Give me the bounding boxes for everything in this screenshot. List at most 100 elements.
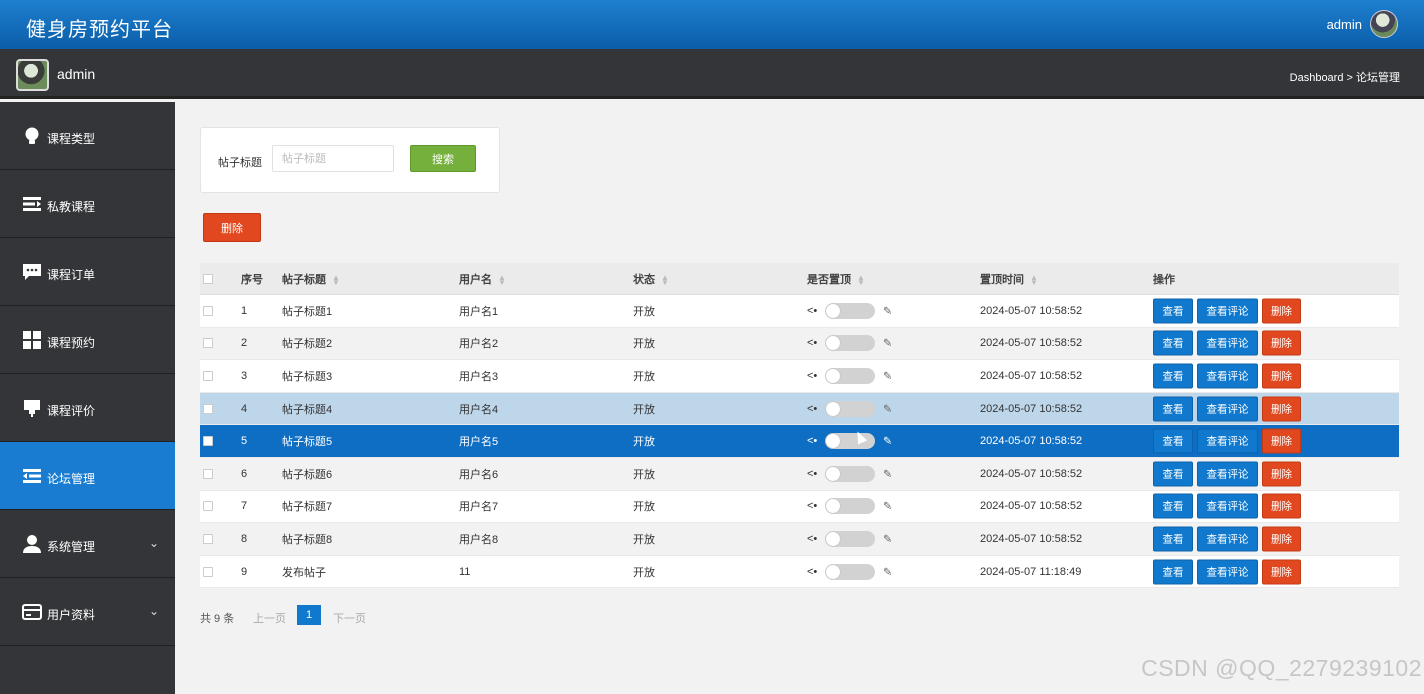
table-row[interactable]: 9 发布帖子 11 开放 <• ✎ 2024-05-07 11:18:49 查看 查看评论 删除	[200, 556, 1399, 589]
view-button[interactable]: 查看	[1153, 396, 1193, 422]
app-title: 健身房预约平台	[26, 19, 173, 41]
table-row[interactable]: 7 帖子标题7 用户名7 开放 <• ✎ 2024-05-07 10:58:52 查看 查看评论…	[200, 491, 1399, 524]
header-avatar[interactable]	[1370, 10, 1398, 38]
sidebar-item-0[interactable]: 课程类型	[0, 102, 175, 170]
pencil-icon[interactable]: ✎	[883, 402, 892, 415]
pencil-icon[interactable]: ✎	[883, 467, 892, 480]
delete-button[interactable]: 删除	[1262, 428, 1301, 454]
row-checkbox[interactable]	[203, 305, 213, 316]
view-button[interactable]: 查看	[1153, 330, 1193, 356]
sidebar-item-1[interactable]: 私教课程	[0, 170, 175, 238]
sort-icon[interactable]: ▲ ▼	[661, 273, 669, 286]
sort-icon[interactable]: ▲ ▼	[498, 273, 506, 286]
pencil-icon[interactable]: ✎	[883, 565, 892, 578]
sort-icon[interactable]: ▲ ▼	[1030, 273, 1038, 286]
delete-button[interactable]: 删除	[1262, 461, 1301, 487]
delete-button[interactable]: 删除	[1262, 298, 1301, 324]
row-checkbox[interactable]	[203, 501, 213, 512]
pin-toggle[interactable]	[825, 498, 875, 515]
delete-button[interactable]: 删除	[1262, 493, 1301, 519]
sidebar-item-6[interactable]: 系统管理 ⌄	[0, 510, 175, 578]
col-header-pin-time[interactable]: 置顶时间 ▲ ▼	[980, 271, 1038, 287]
row-checkbox[interactable]	[203, 533, 213, 544]
pencil-icon[interactable]: ✎	[883, 369, 892, 382]
sidebar-avatar	[16, 59, 49, 91]
table-row[interactable]: 6 帖子标题6 用户名6 开放 <• ✎ 2024-05-07 10:58:52 查看 查看评论…	[200, 457, 1399, 491]
sidebar-item-5[interactable]: 论坛管理	[0, 442, 175, 510]
pin-toggle[interactable]	[825, 400, 875, 417]
sort-icon[interactable]: ▲ ▼	[857, 273, 865, 286]
pin-toggle[interactable]	[825, 465, 875, 482]
sidebar-item-7[interactable]: 用户资料 ⌄	[0, 578, 175, 646]
view-comments-button[interactable]: 查看评论	[1197, 461, 1258, 487]
sidebar-item-4[interactable]: 课程评价	[0, 374, 175, 442]
view-comments-button[interactable]: 查看评论	[1197, 330, 1258, 356]
pencil-icon[interactable]: ✎	[883, 500, 892, 513]
pencil-icon[interactable]: ✎	[883, 435, 892, 448]
view-button[interactable]: 查看	[1153, 493, 1193, 519]
header-username[interactable]: admin	[1327, 17, 1362, 32]
search-button[interactable]: 搜索	[410, 145, 476, 172]
delete-button[interactable]: 删除	[1262, 559, 1301, 585]
row-checkbox[interactable]	[203, 338, 213, 349]
batch-delete-button[interactable]: 删除	[203, 213, 261, 242]
col-header-title[interactable]: 帖子标题 ▲ ▼	[282, 271, 340, 287]
row-checkbox[interactable]	[203, 566, 213, 577]
pencil-icon[interactable]: ✎	[883, 337, 892, 350]
row-checkbox[interactable]	[203, 436, 213, 447]
delete-button[interactable]: 删除	[1262, 396, 1301, 422]
next-page-button[interactable]: 下一页	[333, 610, 366, 626]
row-checkbox[interactable]	[203, 370, 213, 381]
pin-toggle[interactable]	[825, 563, 875, 580]
pin-toggle[interactable]	[825, 367, 875, 384]
search-input[interactable]	[272, 145, 394, 172]
cell-user: 用户名3	[459, 370, 499, 383]
table-row[interactable]: 2 帖子标题2 用户名2 开放 <• ✎ 2024-05-07 10:58:52 查看 查看评论…	[200, 327, 1399, 361]
col-header-pinned[interactable]: 是否置顶 ▲ ▼	[807, 271, 865, 287]
col-header-status[interactable]: 状态 ▲ ▼	[633, 271, 669, 287]
table-row[interactable]: 1 帖子标题1 用户名1 开放 <• ✎ 2024-05-07 10:58:52 查看 查看评论…	[200, 295, 1399, 328]
view-comments-button[interactable]: 查看评论	[1197, 559, 1258, 585]
stamp-icon	[22, 398, 42, 418]
pencil-icon[interactable]: ✎	[883, 304, 892, 317]
view-button[interactable]: 查看	[1153, 461, 1193, 487]
share-icon: <•	[807, 369, 818, 382]
view-comments-button[interactable]: 查看评论	[1197, 493, 1258, 519]
delete-button[interactable]: 删除	[1262, 526, 1301, 552]
view-button[interactable]: 查看	[1153, 363, 1193, 389]
view-button[interactable]: 查看	[1153, 559, 1193, 585]
view-button[interactable]: 查看	[1153, 428, 1193, 454]
sidebar-item-3[interactable]: 课程预约	[0, 306, 175, 374]
cell-user: 11	[459, 565, 471, 578]
delete-button[interactable]: 删除	[1262, 363, 1301, 389]
pin-toggle[interactable]	[825, 335, 875, 352]
row-checkbox[interactable]	[203, 468, 213, 479]
pin-toggle[interactable]	[825, 530, 875, 547]
pin-toggle[interactable]	[825, 433, 875, 450]
table-row[interactable]: 3 帖子标题3 用户名3 开放 <• ✎ 2024-05-07 10:58:52 查看 查看评论…	[200, 360, 1399, 393]
sort-icon[interactable]: ▲ ▼	[332, 273, 340, 286]
table-row[interactable]: 5 帖子标题5 用户名5 开放 <• ✎ 2024-05-07 10:58:52 查看 查看评论…	[200, 425, 1399, 458]
col-header-user[interactable]: 用户名 ▲ ▼	[459, 271, 506, 287]
pencil-icon[interactable]: ✎	[883, 532, 892, 545]
cell-status: 开放	[633, 501, 655, 514]
delete-button[interactable]: 删除	[1262, 330, 1301, 356]
view-comments-button[interactable]: 查看评论	[1197, 363, 1258, 389]
page-1-button[interactable]: 1	[297, 605, 321, 625]
sidebar-item-2[interactable]: 课程订单	[0, 238, 175, 306]
sidebar-item-label: 论坛管理	[47, 472, 96, 486]
table-row[interactable]: 4 帖子标题4 用户名4 开放 <• ✎ 2024-05-07 10:58:52 查看 查看评论…	[200, 392, 1399, 426]
select-all-checkbox[interactable]	[203, 273, 213, 284]
view-comments-button[interactable]: 查看评论	[1197, 298, 1258, 324]
pin-toggle[interactable]	[825, 302, 875, 319]
view-comments-button[interactable]: 查看评论	[1197, 526, 1258, 552]
prev-page-button[interactable]: 上一页	[253, 610, 286, 626]
cell-no: 3	[241, 369, 248, 382]
view-comments-button[interactable]: 查看评论	[1197, 396, 1258, 422]
list-outdent-icon	[22, 466, 42, 486]
row-checkbox[interactable]	[203, 403, 213, 414]
view-button[interactable]: 查看	[1153, 526, 1193, 552]
view-comments-button[interactable]: 查看评论	[1197, 428, 1258, 454]
view-button[interactable]: 查看	[1153, 298, 1193, 324]
table-row[interactable]: 8 帖子标题8 用户名8 开放 <• ✎ 2024-05-07 10:58:52 查看 查看评论…	[200, 523, 1399, 556]
